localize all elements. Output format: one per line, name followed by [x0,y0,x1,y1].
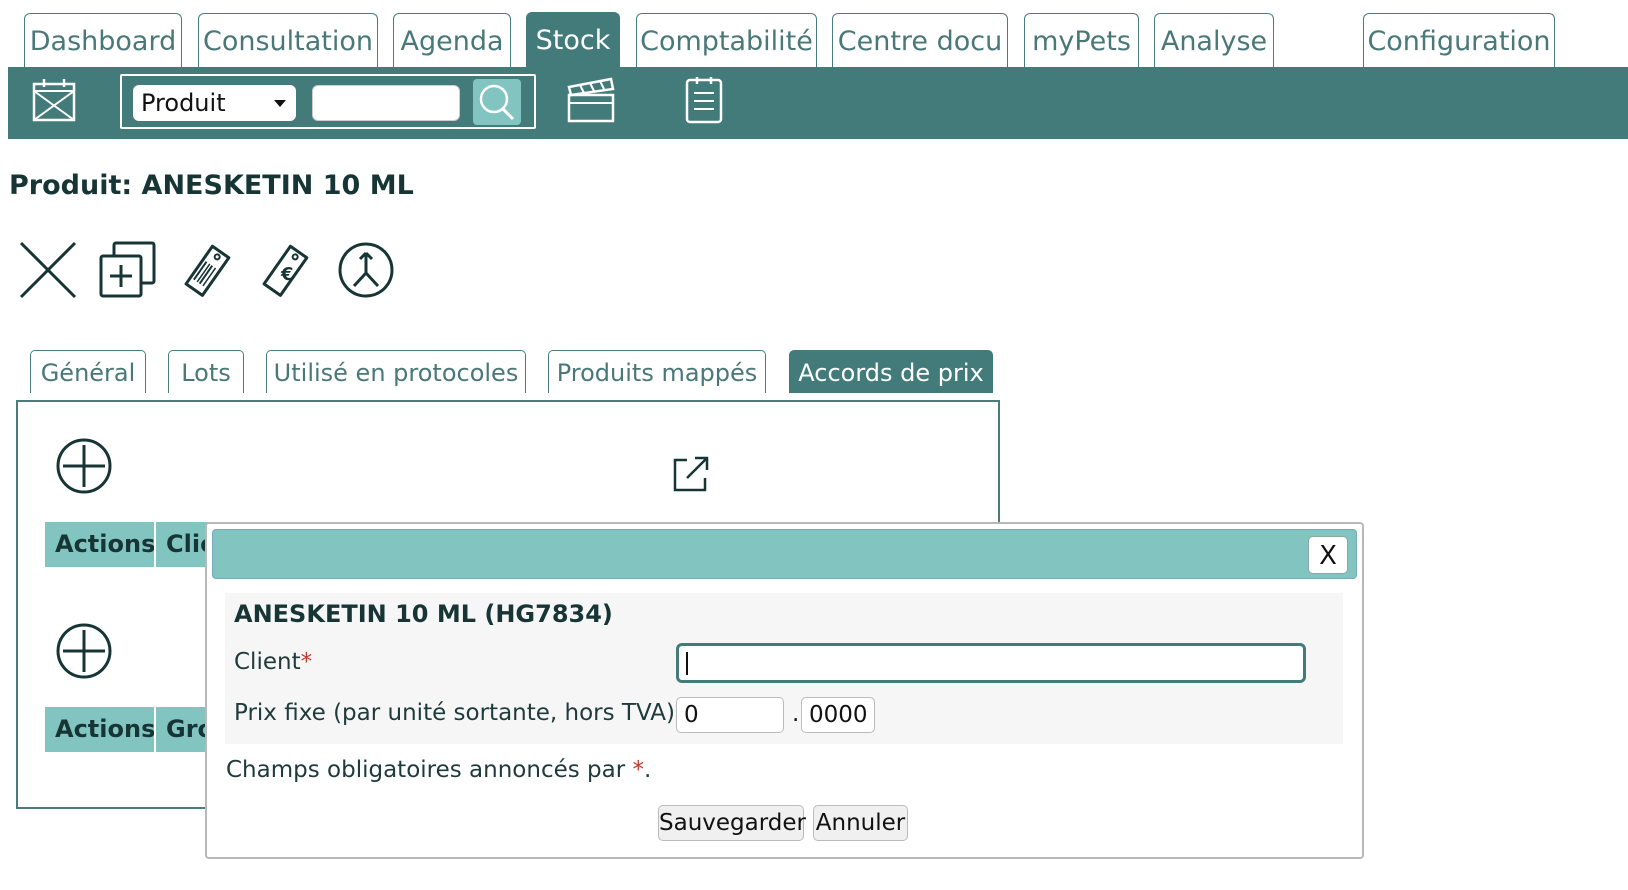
delete-icon[interactable] [18,240,78,300]
required-mark: * [300,649,313,675]
duplicate-icon[interactable] [98,240,158,300]
tab-utilise-en-protocoles[interactable]: Utilisé en protocoles [266,350,526,393]
tab-mypets[interactable]: myPets [1024,13,1139,67]
price-agreement-dialog: X ANESKETIN 10 ML (HG7834) Client* Prix … [205,522,1364,859]
clipboard-icon[interactable] [684,75,724,125]
merge-icon[interactable] [336,240,396,300]
price-label: Prix fixe (par unité sortante, hors TVA)… [234,700,686,726]
save-button[interactable]: Sauvegarder [658,805,806,841]
table-header-actions: Actions [45,522,154,567]
client-label-text: Client [234,649,301,675]
cancel-button[interactable]: Annuler [813,805,908,841]
search-type-value: Produit [141,89,226,117]
client-input[interactable] [676,643,1306,683]
price-decimal-input[interactable]: 0000 [801,697,875,733]
tab-configuration[interactable]: Configuration [1363,13,1555,67]
chevron-down-icon [274,100,286,107]
add-client-agreement-icon[interactable] [55,437,113,495]
external-link-icon[interactable] [671,454,711,494]
svg-text:€: € [280,264,294,285]
tab-analyse[interactable]: Analyse [1154,13,1274,67]
tab-dashboard[interactable]: Dashboard [24,13,182,67]
page-title: Produit: ANESKETIN 10 ML [9,170,414,201]
tab-lots[interactable]: Lots [168,350,244,393]
euro-tag-icon[interactable]: € [258,240,314,300]
tab-agenda[interactable]: Agenda [393,13,511,67]
barcode-tag-icon[interactable] [180,240,236,300]
search-box: Produit [120,74,536,129]
tab-stock[interactable]: Stock [526,12,620,69]
search-input[interactable] [312,85,460,121]
required-note-mark: * [632,757,645,783]
dialog-header[interactable]: X [212,529,1357,579]
tab-comptabilite[interactable]: Comptabilité [636,13,817,67]
price-label-text: Prix fixe (par unité sortante, hors TVA) [234,700,675,726]
tab-accords-de-prix[interactable]: Accords de prix [789,350,993,393]
required-fields-note: Champs obligatoires annoncés par *. [226,757,651,783]
decimal-separator: . [792,701,800,727]
calendar-icon[interactable] [32,77,76,123]
table-header-actions-2: Actions [45,707,154,752]
tab-centre-docu[interactable]: Centre docu [832,13,1008,67]
search-button[interactable] [473,79,521,125]
add-group-agreement-icon[interactable] [55,622,113,680]
required-note-text: Champs obligatoires annoncés par [226,757,633,783]
text-cursor [686,652,688,675]
tab-general[interactable]: Général [30,350,146,393]
required-note-suffix: . [644,757,652,783]
tab-produits-mappes[interactable]: Produits mappés [548,350,766,393]
dialog-form: ANESKETIN 10 ML (HG7834) Client* Prix fi… [225,593,1343,744]
price-integer-input[interactable]: 0 [676,697,784,733]
dialog-product-title: ANESKETIN 10 ML (HG7834) [234,600,613,628]
toolbar: Produit [8,67,1628,139]
search-icon [479,84,515,121]
tab-consultation[interactable]: Consultation [198,13,378,67]
close-button[interactable]: X [1308,536,1348,574]
client-label: Client* [234,649,312,675]
clapperboard-icon[interactable] [566,75,616,123]
search-type-select[interactable]: Produit [133,85,296,121]
